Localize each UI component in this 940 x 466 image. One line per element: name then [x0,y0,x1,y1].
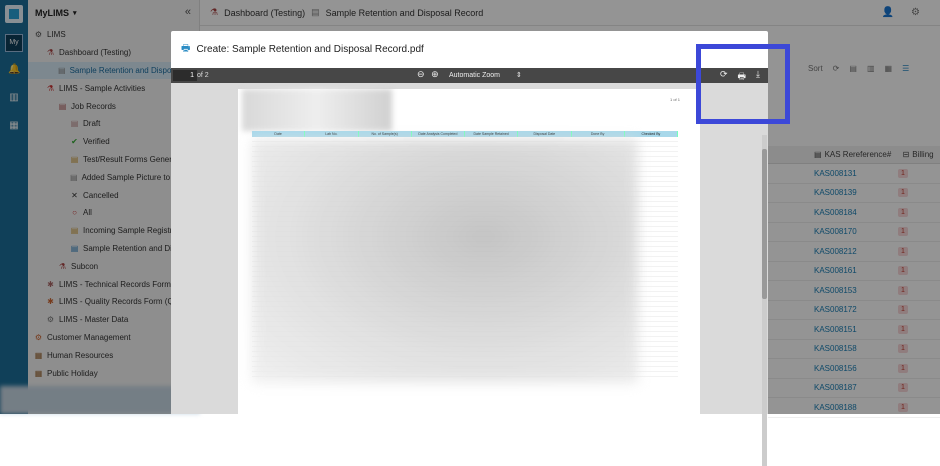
scrollbar-thumb[interactable] [762,149,767,299]
redacted-table-content [252,139,638,383]
pdf-dialog: 🖶 Create: Sample Retention and Disposal … [171,31,768,466]
zoom-select[interactable]: Automatic Zoom ⇕ [449,70,522,81]
pdf-toolbar: 1 of 2 ⊖ ⊕ Automatic Zoom ⇕ ⟳ 🖶 ⤓ [171,68,768,83]
chevron-updown-icon: ⇕ [515,72,522,79]
dialog-title: Create: Sample Retention and Disposal Re… [196,43,424,55]
pdf-viewer[interactable]: 1 of 1 Date Lab No. No. of Sample(s) Date A… [171,83,768,466]
zoom-out-icon[interactable]: ⊖ [417,69,425,79]
pdf-scrollbar[interactable] [762,135,767,466]
dialog-header: 🖶 Create: Sample Retention and Disposal … [171,31,768,67]
zoom-value: Automatic Zoom [449,72,500,79]
redacted-header [242,89,392,131]
zoom-in-icon[interactable]: ⊕ [431,69,439,79]
page-number-input[interactable]: 1 [173,70,197,81]
highlight-box [696,44,790,124]
page-of-label: 1 of 1 [669,97,680,102]
printer-icon: 🖶 [181,42,191,54]
page-total: of 2 [197,72,209,79]
pdf-page: 1 of 1 Date Lab No. No. of Sample(s) Date A… [238,89,700,414]
zoom-controls: ⊖ ⊕ [417,69,439,80]
